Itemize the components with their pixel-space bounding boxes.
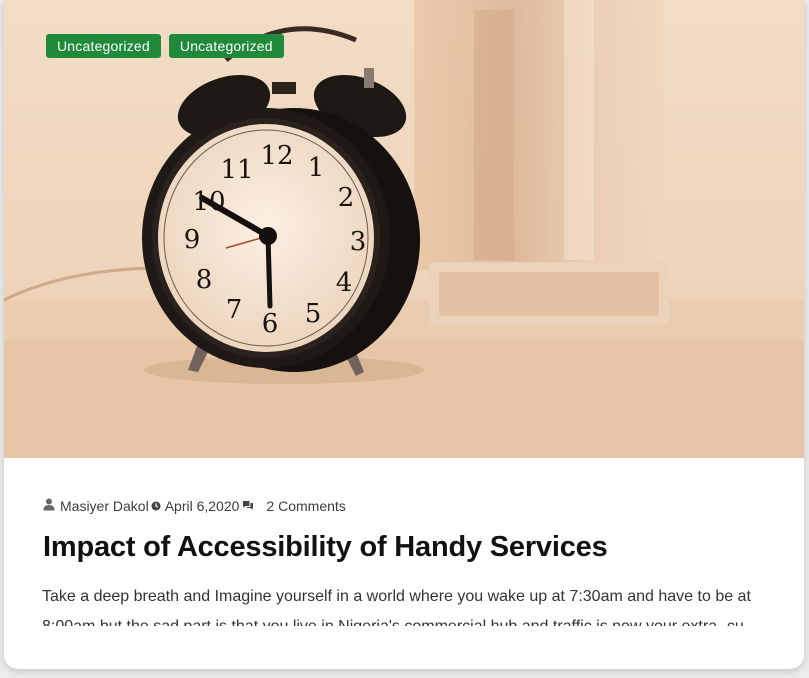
post-meta: Masiyer Dakol April 6,2020 2 Comments [43,498,346,514]
clock-numeral: 3 [350,227,367,257]
clock-numeral: 2 [338,183,355,213]
clock-numeral: 1 [308,153,325,183]
post-excerpt: Take a deep breath and Imagine yourself … [42,588,751,626]
post-date[interactable]: April 6,2020 [165,498,240,514]
post-title[interactable]: Impact of Accessibility of Handy Service… [43,531,608,564]
clock-numeral: 8 [196,265,213,295]
clock-numeral: 12 [260,141,293,171]
post-author[interactable]: Masiyer Dakol [60,498,149,514]
clock-numeral: 9 [184,225,201,255]
user-icon [43,498,55,514]
post-comments-link[interactable]: 2 Comments [266,498,345,514]
alarm-clock-photo: 12 1 2 3 4 5 6 7 8 9 10 11 [4,0,804,458]
clock-icon [151,498,161,514]
comment-icon [242,498,254,514]
clock-numeral: 4 [336,268,353,298]
clock-numeral: 7 [226,295,243,325]
clock-numeral: 6 [262,309,279,339]
category-tag[interactable]: Uncategorized [46,34,161,58]
category-tags: Uncategorized Uncategorized [46,34,284,58]
post-card: 12 1 2 3 4 5 6 7 8 9 10 11 Uncategorized… [4,0,804,669]
clock-numeral: 5 [305,299,322,329]
featured-image[interactable]: 12 1 2 3 4 5 6 7 8 9 10 11 Uncategorized… [4,0,804,458]
clock-numeral: 11 [220,155,253,185]
category-tag[interactable]: Uncategorized [168,34,284,58]
